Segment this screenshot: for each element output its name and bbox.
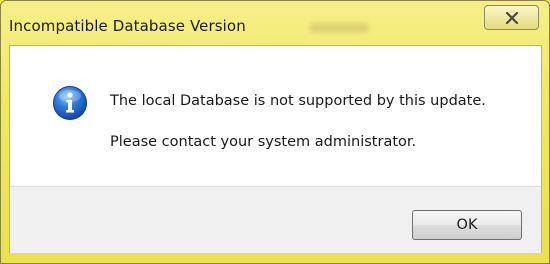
- background-blur: [309, 23, 369, 33]
- ok-button[interactable]: OK: [412, 210, 522, 240]
- dialog-window: Incompatible Database Version The local …: [0, 0, 550, 264]
- message-area: The local Database is not supported by t…: [10, 46, 541, 186]
- message-text: The local Database is not supported by t…: [110, 93, 486, 109]
- info-icon: [53, 86, 87, 120]
- dialog-title: Incompatible Database Version: [9, 17, 246, 35]
- button-area: OK: [10, 186, 541, 253]
- title-bar[interactable]: Incompatible Database Version: [1, 1, 549, 45]
- message-subtext: Please contact your system administrator…: [110, 134, 417, 150]
- close-icon: [505, 11, 518, 24]
- dialog-content: The local Database is not supported by t…: [9, 45, 542, 253]
- close-button[interactable]: [484, 5, 539, 30]
